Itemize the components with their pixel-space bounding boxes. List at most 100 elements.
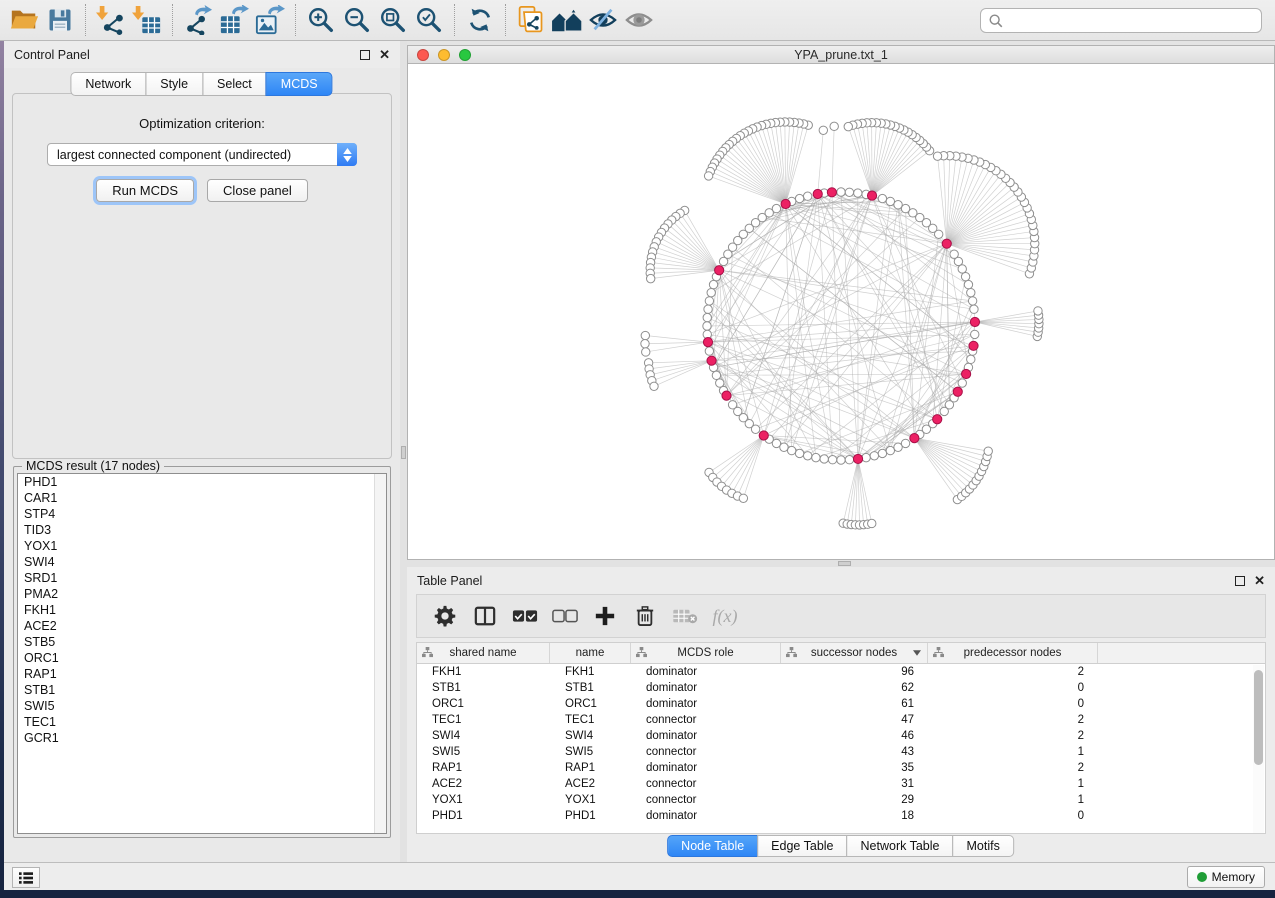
- first-neighbors-icon[interactable]: [549, 3, 585, 37]
- mcds-result-item[interactable]: TEC1: [18, 714, 386, 730]
- table-row[interactable]: SWI4SWI4dominator462: [417, 728, 1265, 744]
- ring-node: [837, 456, 845, 464]
- mcds-result-item[interactable]: TID3: [18, 522, 386, 538]
- mcds-result-item[interactable]: PMA2: [18, 586, 386, 602]
- select-all-icon[interactable]: [507, 599, 543, 633]
- table-row[interactable]: FKH1FKH1dominator962: [417, 664, 1265, 680]
- table-row[interactable]: STB1STB1dominator620: [417, 680, 1265, 696]
- export-network-icon[interactable]: [180, 3, 216, 37]
- network-graph[interactable]: [408, 64, 1274, 559]
- cell-successor-nodes: 47: [781, 712, 928, 728]
- mcds-hub-node: [970, 317, 979, 326]
- cell-successor-nodes: 62: [781, 680, 928, 696]
- hide-selected-icon[interactable]: [585, 3, 621, 37]
- refresh-icon[interactable]: [462, 3, 498, 37]
- open-file-icon[interactable]: [6, 3, 42, 37]
- control-panel-header: Control Panel ✕: [4, 41, 400, 68]
- criterion-dropdown[interactable]: largest connected component (undirected): [47, 143, 357, 166]
- tab-network[interactable]: Network: [70, 72, 146, 96]
- column-header[interactable]: name: [550, 643, 631, 663]
- toolbar-separator: [454, 4, 455, 36]
- mcds-list-scrollbar[interactable]: [374, 474, 386, 833]
- mcds-result-item[interactable]: YOX1: [18, 538, 386, 554]
- run-mcds-button[interactable]: Run MCDS: [96, 179, 194, 202]
- close-panel-icon[interactable]: ✕: [379, 50, 390, 60]
- show-all-icon[interactable]: [621, 3, 657, 37]
- column-header[interactable]: predecessor nodes: [928, 643, 1098, 663]
- table-scrollbar-thumb[interactable]: [1254, 670, 1263, 765]
- mcds-tab-content: Optimization criterion: largest connecte…: [12, 93, 392, 459]
- table-row[interactable]: PHD1PHD1dominator180: [417, 808, 1265, 824]
- cell-predecessor-nodes: 0: [928, 696, 1098, 712]
- tab-node-table[interactable]: Node Table: [667, 835, 758, 857]
- mcds-result-list[interactable]: PHD1CAR1STP4TID3YOX1SWI4SRD1PMA2FKH1ACE2…: [17, 473, 387, 834]
- zoom-fit-icon[interactable]: [375, 3, 411, 37]
- mcds-result-item[interactable]: ACE2: [18, 618, 386, 634]
- mcds-hub-node: [722, 391, 731, 400]
- mcds-result-item[interactable]: FKH1: [18, 602, 386, 618]
- zoom-in-icon[interactable]: [303, 3, 339, 37]
- tab-motifs[interactable]: Motifs: [952, 835, 1013, 857]
- zoom-selected-icon[interactable]: [411, 3, 447, 37]
- cell-successor-nodes: 31: [781, 776, 928, 792]
- ring-node: [967, 355, 975, 363]
- memory-button[interactable]: Memory: [1187, 866, 1265, 888]
- close-panel-icon[interactable]: ✕: [1254, 576, 1265, 586]
- table-row[interactable]: ACE2ACE2connector311: [417, 776, 1265, 792]
- app-window: Control Panel ✕ Network Style Select MCD…: [4, 41, 1275, 890]
- add-column-icon[interactable]: [587, 599, 623, 633]
- table-row[interactable]: YOX1YOX1connector291: [417, 792, 1265, 808]
- mcds-result-item[interactable]: SRD1: [18, 570, 386, 586]
- mcds-result-item[interactable]: GCR1: [18, 730, 386, 746]
- tab-select[interactable]: Select: [202, 72, 267, 96]
- table-scrollbar[interactable]: [1253, 665, 1264, 833]
- export-table-icon[interactable]: [216, 3, 252, 37]
- ring-node: [958, 379, 966, 387]
- table-row[interactable]: SWI5SWI5connector431: [417, 744, 1265, 760]
- delete-column-icon[interactable]: [627, 599, 663, 633]
- import-table-icon[interactable]: [129, 3, 165, 37]
- save-session-icon[interactable]: [42, 3, 78, 37]
- vertical-splitter[interactable]: [400, 41, 407, 862]
- mcds-result-item[interactable]: SWI5: [18, 698, 386, 714]
- column-header[interactable]: shared name: [417, 643, 550, 663]
- cell-shared-name: RAP1: [417, 760, 550, 776]
- ring-node: [961, 272, 969, 280]
- search-input[interactable]: [980, 8, 1262, 33]
- close-panel-button[interactable]: Close panel: [207, 179, 308, 202]
- mcds-result-item[interactable]: STP4: [18, 506, 386, 522]
- export-image-icon[interactable]: [252, 3, 288, 37]
- tab-edge-table[interactable]: Edge Table: [757, 835, 847, 857]
- deselect-all-icon[interactable]: [547, 599, 583, 633]
- network-window-titlebar[interactable]: YPA_prune.txt_1: [408, 46, 1274, 64]
- tab-network-table[interactable]: Network Table: [847, 835, 954, 857]
- column-header[interactable]: MCDS role: [631, 643, 781, 663]
- mcds-result-item[interactable]: STB1: [18, 682, 386, 698]
- clone-network-icon[interactable]: [513, 3, 549, 37]
- show-task-history-button[interactable]: [12, 867, 40, 888]
- ring-node: [803, 452, 811, 460]
- zoom-out-icon[interactable]: [339, 3, 375, 37]
- float-panel-icon[interactable]: [360, 50, 370, 60]
- cell-shared-name: SWI4: [417, 728, 550, 744]
- splitter-handle[interactable]: [401, 446, 406, 459]
- mcds-result-item[interactable]: PHD1: [18, 474, 386, 490]
- tab-style[interactable]: Style: [145, 72, 203, 96]
- mcds-result-item[interactable]: ORC1: [18, 650, 386, 666]
- column-header[interactable]: successor nodes: [781, 643, 928, 663]
- mcds-result-item[interactable]: SWI4: [18, 554, 386, 570]
- float-panel-icon[interactable]: [1235, 576, 1245, 586]
- table-row[interactable]: TEC1TEC1connector472: [417, 712, 1265, 728]
- cell-successor-nodes: 18: [781, 808, 928, 824]
- table-settings-icon[interactable]: [427, 599, 463, 633]
- tab-mcds[interactable]: MCDS: [266, 72, 333, 96]
- leaf-node: [984, 447, 992, 455]
- mcds-result-item[interactable]: CAR1: [18, 490, 386, 506]
- column-chooser-icon[interactable]: [467, 599, 503, 633]
- import-network-icon[interactable]: [93, 3, 129, 37]
- mcds-result-item[interactable]: RAP1: [18, 666, 386, 682]
- leaf-node: [933, 152, 941, 160]
- mcds-result-item[interactable]: STB5: [18, 634, 386, 650]
- table-row[interactable]: ORC1ORC1dominator610: [417, 696, 1265, 712]
- table-row[interactable]: RAP1RAP1dominator352: [417, 760, 1265, 776]
